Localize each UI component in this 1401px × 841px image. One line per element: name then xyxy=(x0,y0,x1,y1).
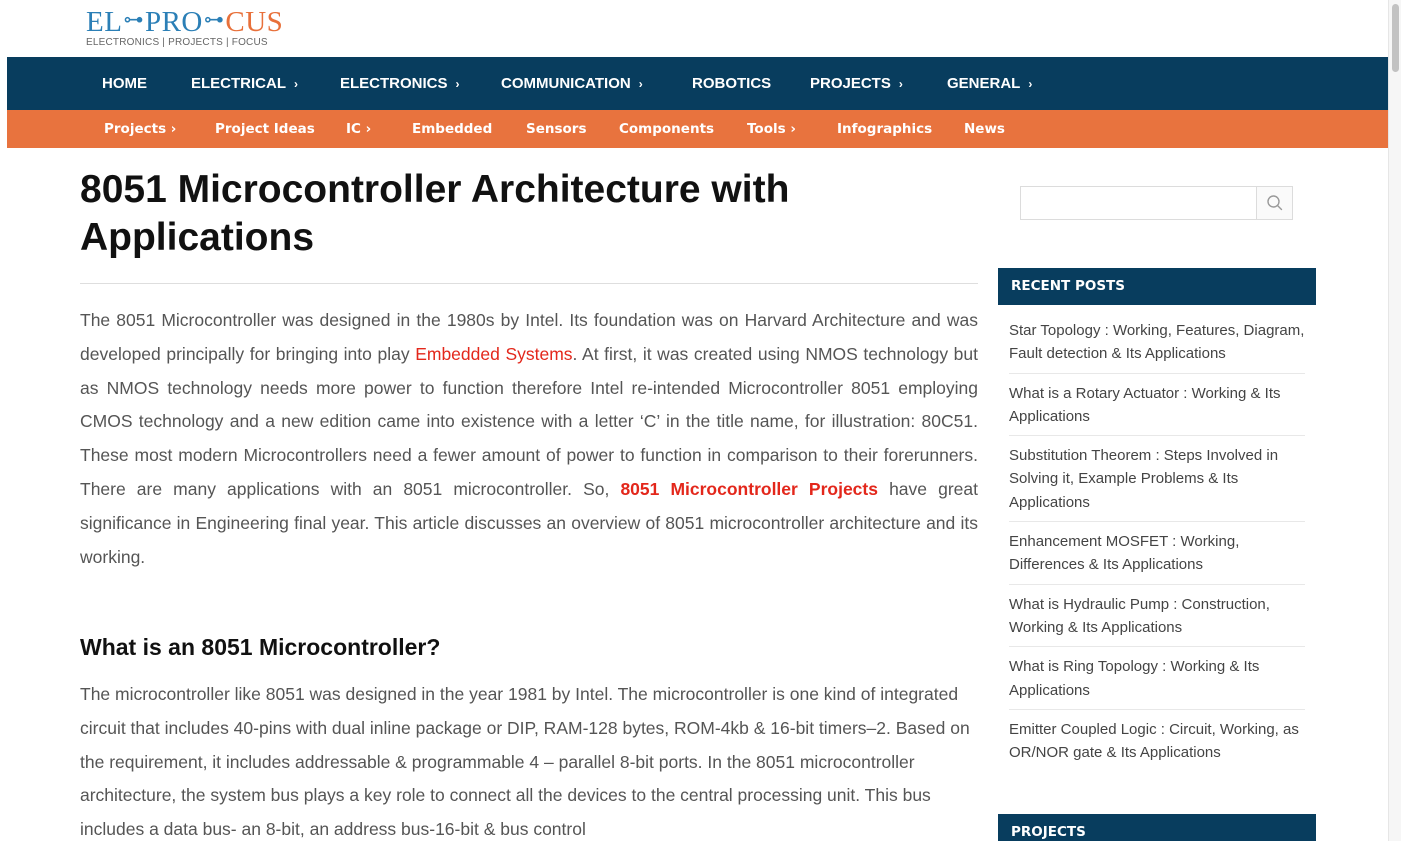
recent-post-link[interactable]: What is Hydraulic Pump : Construction, W… xyxy=(1009,592,1305,648)
main-nav-general[interactable]: GENERAL › xyxy=(947,57,1032,110)
main-nav-label: PROJECTS xyxy=(810,75,891,92)
logo-tagline: ELECTRONICS | PROJECTS | FOCUS xyxy=(86,37,268,48)
main-nav-home[interactable]: HOME xyxy=(102,57,147,110)
main-nav-label: COMMUNICATION xyxy=(501,75,631,92)
sub-nav-news[interactable]: News xyxy=(964,110,1005,148)
sub-nav-infographics[interactable]: Infographics xyxy=(837,110,932,148)
sub-nav-tools[interactable]: Tools › xyxy=(747,110,796,148)
sub-nav: Projects › Project Ideas IC › Embedded S… xyxy=(7,110,1389,148)
main-nav-label: ELECTRONICS xyxy=(340,75,448,92)
sub-nav-project-ideas[interactable]: Project Ideas xyxy=(215,110,315,148)
chevron-right-icon: › xyxy=(294,77,298,91)
logo-connector-icon: ⊶ xyxy=(123,9,144,31)
logo-part-el: EL xyxy=(86,6,123,38)
main-nav-electronics[interactable]: ELECTRONICS › xyxy=(340,57,460,110)
main-nav-label: HOME xyxy=(102,75,147,92)
search-input[interactable] xyxy=(1021,187,1257,219)
sub-nav-embedded[interactable]: Embedded xyxy=(412,110,492,148)
embedded-systems-link[interactable]: Embedded Systems xyxy=(415,344,572,364)
main-nav-label: ROBOTICS xyxy=(692,75,772,92)
section-paragraph: The microcontroller like 8051 was design… xyxy=(80,684,970,840)
sub-nav-components[interactable]: Components xyxy=(619,110,714,148)
sub-nav-sensors[interactable]: Sensors xyxy=(526,110,587,148)
scrollbar-thumb[interactable] xyxy=(1392,4,1399,72)
logo-part-pro: PRO xyxy=(144,6,203,38)
main-nav-communication[interactable]: COMMUNICATION › xyxy=(501,57,643,110)
chevron-right-icon: › xyxy=(1028,77,1033,91)
main-nav-robotics[interactable]: ROBOTICS xyxy=(692,57,771,110)
projects-heading: PROJECTS xyxy=(998,814,1316,841)
title-divider xyxy=(80,283,978,284)
main-nav-label: ELECTRICAL xyxy=(191,75,286,92)
sub-nav-ic[interactable]: IC › xyxy=(346,110,371,148)
article-intro: The 8051 Microcontroller was designed in… xyxy=(80,304,978,574)
logo-connector-icon: ⊶ xyxy=(203,9,225,31)
chevron-right-icon: › xyxy=(455,77,460,91)
chevron-right-icon: › xyxy=(638,77,643,91)
search-button[interactable] xyxy=(1256,187,1292,219)
main-nav: HOME ELECTRICAL › ELECTRONICS › COMMUNICAT… xyxy=(7,57,1389,110)
chevron-right-icon: › xyxy=(898,77,903,91)
recent-posts-list: Star Topology : Working, Features, Diagr… xyxy=(1009,318,1305,778)
main-nav-electrical[interactable]: ELECTRICAL › xyxy=(191,57,298,110)
recent-post-link[interactable]: What is a Rotary Actuator : Working & It… xyxy=(1009,381,1305,437)
sidebar-search xyxy=(1020,186,1293,220)
search-icon xyxy=(1267,195,1283,211)
site-logo[interactable]: EL⊶PRO⊶CUS ELECTRONICS | PROJECTS | FOCU… xyxy=(86,4,283,48)
section-heading: What is an 8051 Microcontroller? xyxy=(80,634,441,660)
sub-nav-projects[interactable]: Projects › xyxy=(104,110,176,148)
main-nav-label: GENERAL xyxy=(947,75,1021,92)
page-scrollbar[interactable] xyxy=(1388,0,1401,841)
logo-part-cus: CUS xyxy=(225,6,284,38)
microcontroller-projects-link[interactable]: 8051 Microcontroller Projects xyxy=(620,479,878,499)
article-title: 8051 Microcontroller Architecture with A… xyxy=(80,168,790,259)
recent-post-link[interactable]: Enhancement MOSFET : Working, Difference… xyxy=(1009,529,1305,585)
recent-post-link[interactable]: Star Topology : Working, Features, Diagr… xyxy=(1009,318,1305,374)
logo-wordmark: EL⊶PRO⊶CUS xyxy=(86,4,283,38)
main-nav-projects[interactable]: PROJECTS › xyxy=(810,57,903,110)
recent-post-link[interactable]: Emitter Coupled Logic : Circuit, Working… xyxy=(1009,717,1305,772)
recent-post-link[interactable]: What is Ring Topology : Working & Its Ap… xyxy=(1009,654,1305,710)
recent-post-link[interactable]: Substitution Theorem : Steps Involved in… xyxy=(1009,443,1305,523)
intro-text: . At first, it was created using NMOS te… xyxy=(80,343,978,499)
recent-posts-heading: RECENT POSTS xyxy=(998,268,1316,305)
